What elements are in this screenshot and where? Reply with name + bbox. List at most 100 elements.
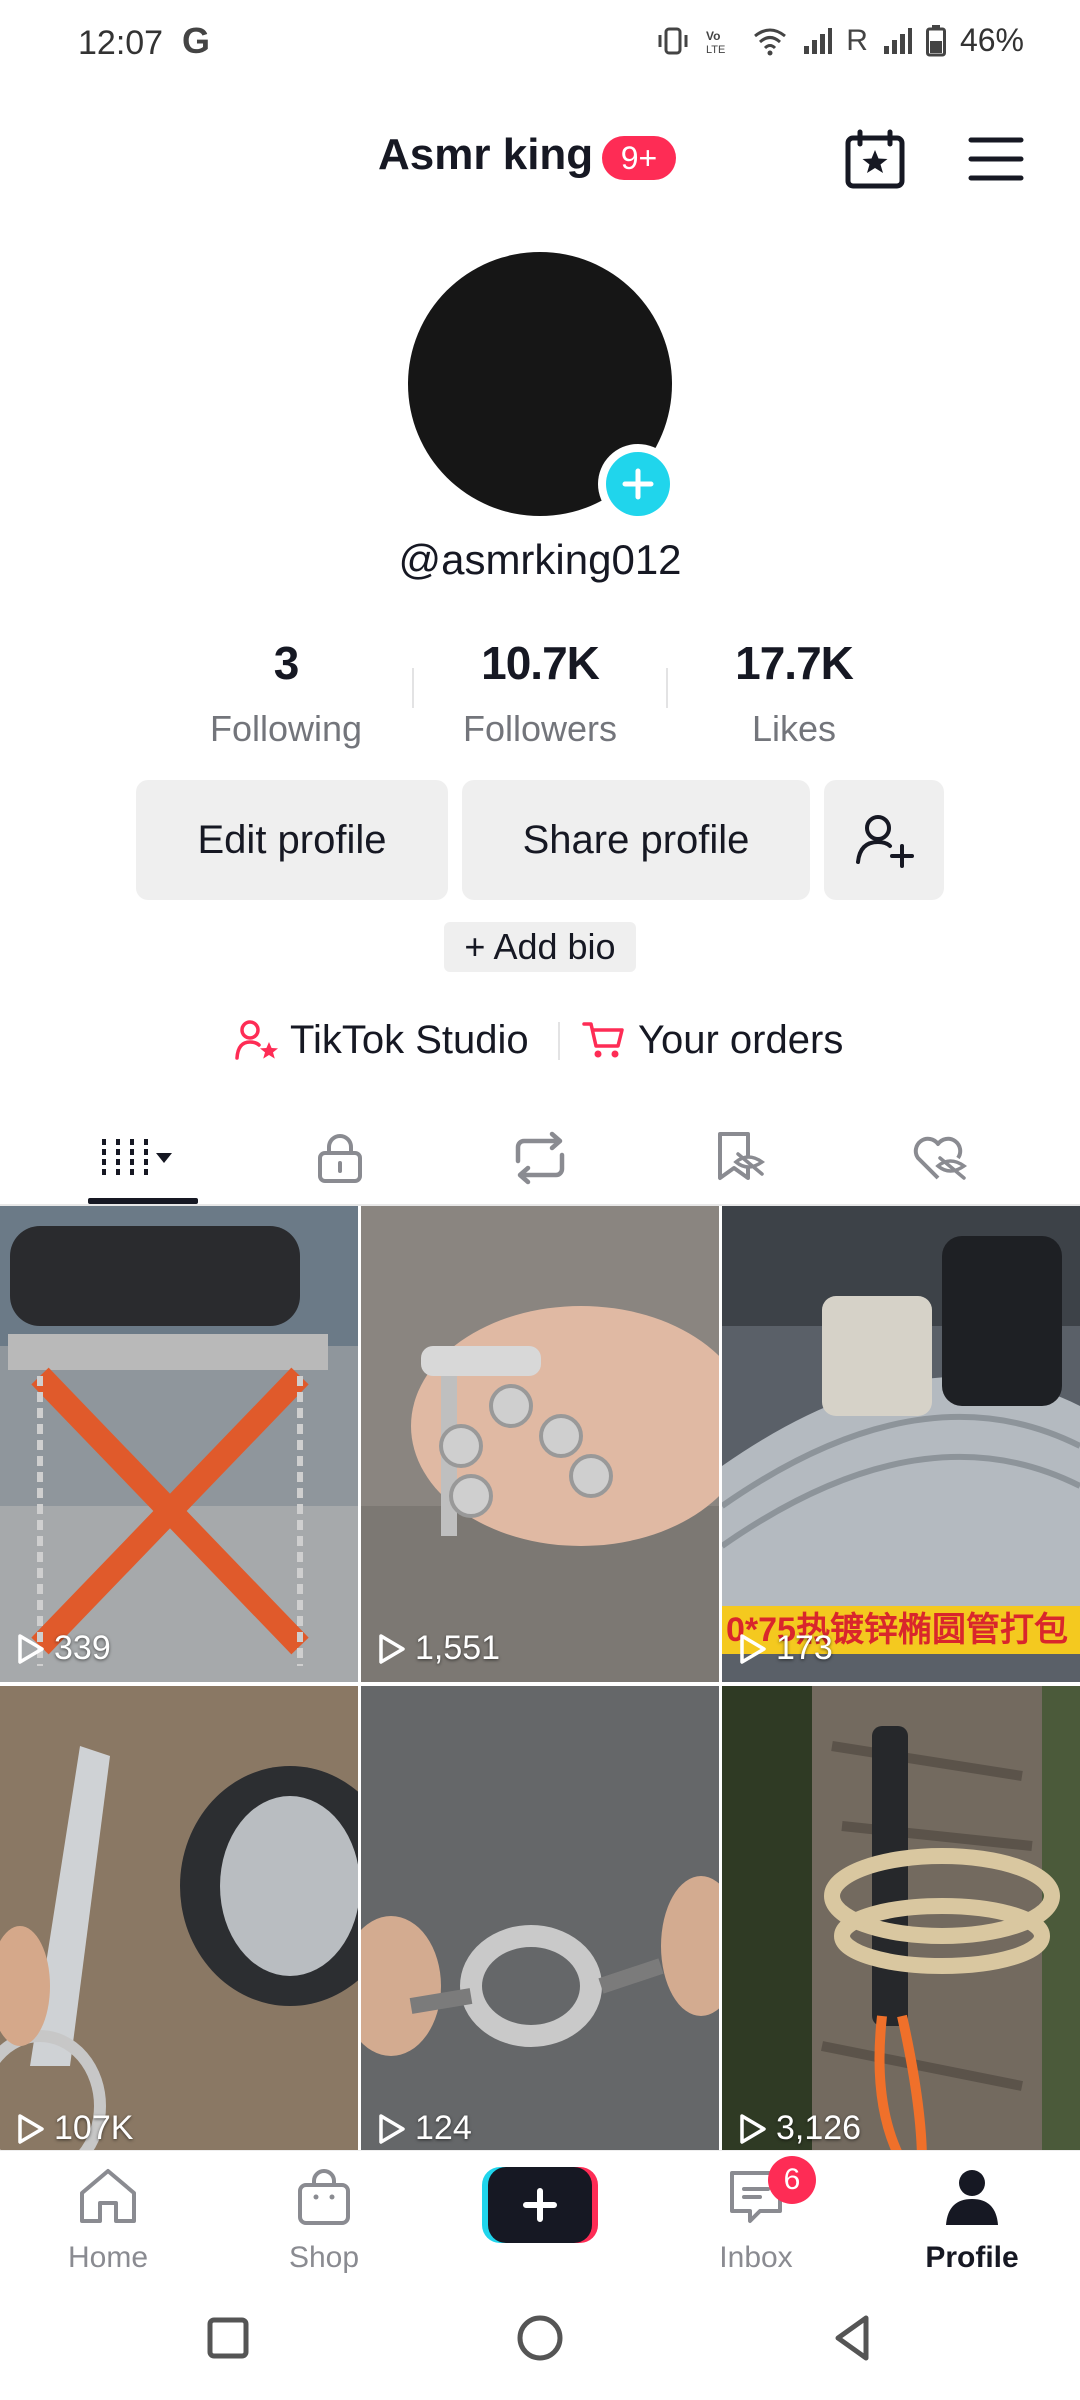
nav-home[interactable]: Home [18,2165,198,2275]
svg-text:Vo: Vo [706,29,720,43]
stat-likes[interactable]: 17.7K Likes [684,636,904,750]
video-tile[interactable]: 107K [0,1686,358,2162]
volte-icon: VoLTE [706,29,725,56]
profile-screen: 12:07 G Vo LTE R 46% Asmr king 9+ @asmrk… [0,0,1080,2400]
following-label: Following [209,708,363,749]
play-icon [740,1633,766,1664]
video-view-count: 1,551 [415,1629,501,1667]
video-tile[interactable]: 0*75热镀锌椭圆管打包 173 [722,1206,1080,1682]
profile-tabs [0,1110,1080,1206]
video-view-count: 3,126 [776,2109,862,2147]
home-circle-icon[interactable] [510,2308,570,2368]
repost-icon [515,1131,565,1185]
video-views: 339 [16,1629,111,1668]
lock-icon [318,1134,362,1183]
edit-profile-button[interactable]: Edit profile [136,780,448,900]
profile-handle: @asmrking012 [398,536,682,583]
tab-videos[interactable] [28,1110,244,1206]
status-bar: 12:07 G Vo LTE R 46% [0,0,1080,90]
video-thumbnail [722,1686,1080,2162]
video-thumbnail [361,1206,719,1682]
video-views: 3,126 [738,2109,861,2148]
stat-followers[interactable]: 10.7K Followers [430,636,650,750]
system-nav-bar [0,2280,1080,2400]
followers-count: 10.7K [481,637,600,689]
play-icon [379,1633,405,1664]
video-thumbnail [0,1206,358,1682]
video-tile[interactable]: 339 [0,1206,358,1682]
video-tile[interactable]: 1,551 [361,1206,719,1682]
play-icon [18,1633,44,1664]
play-icon [379,2113,405,2144]
status-time: 12:07 [78,24,164,62]
video-tile[interactable]: 124 [361,1686,719,2162]
add-bio-button[interactable]: + Add bio [444,922,636,972]
google-icon: G [182,20,211,61]
create-button[interactable] [482,2167,598,2243]
notification-badge[interactable]: 9+ [602,136,676,180]
calendar-star-icon[interactable] [844,128,906,190]
battery-icon [925,24,946,56]
profile-title[interactable]: Asmr king [378,130,593,180]
play-icon [740,2113,766,2144]
studio-user-star-icon [235,1020,278,1060]
svg-text:LTE: LTE [706,44,725,56]
add-avatar-button[interactable] [598,444,678,524]
add-friends-button[interactable] [824,780,944,900]
nav-shop[interactable]: Shop [234,2165,414,2275]
video-views: 173 [738,1629,833,1668]
menu-icon[interactable] [968,134,1024,184]
plus-icon [622,468,654,500]
bookmark-hidden-icon [718,1132,766,1180]
add-user-icon [856,815,914,868]
likes-label: Likes [751,708,837,749]
profile-person-icon [946,2170,998,2225]
video-view-count: 124 [415,2109,472,2147]
stat-divider [666,668,668,708]
likes-count: 17.7K [735,637,854,689]
active-tab-indicator [88,1198,198,1204]
nav-home-label: Home [67,2241,149,2274]
wifi-icon [754,28,787,55]
video-view-count: 173 [776,1629,833,1667]
tab-reposts[interactable] [432,1110,648,1206]
profile-header: Asmr king 9+ [0,120,1080,200]
tiktok-studio-label: TikTok Studio [290,1017,529,1062]
tab-liked[interactable] [832,1110,1048,1206]
battery-percent: 46% [959,22,1024,58]
video-tile[interactable]: 3,126 [722,1686,1080,2162]
recent-apps-icon[interactable] [198,2308,258,2368]
nav-profile[interactable]: Profile [882,2165,1062,2275]
nav-profile-label: Profile [925,2241,1019,2274]
nav-inbox[interactable]: Inbox [666,2165,846,2275]
video-view-count: 107K [54,2109,134,2147]
vibrate-icon [658,27,688,54]
video-views: 124 [377,2109,472,2148]
stat-divider [412,668,414,708]
tiktok-studio-link[interactable]: TikTok Studio [234,1010,529,1070]
followers-label: Followers [462,708,618,749]
video-views: 107K [16,2109,133,2148]
shop-bag-icon [298,2169,350,2225]
nav-inbox-label: Inbox [719,2241,793,2274]
your-orders-link[interactable]: Your orders [582,1010,843,1070]
tab-favorites[interactable] [632,1110,848,1206]
inbox-badge: 6 [768,2156,816,2204]
cart-icon [582,1022,624,1058]
link-divider [558,1022,560,1060]
roaming-indicator: R [846,23,868,57]
home-icon [80,2169,136,2223]
video-view-count: 339 [54,1629,111,1667]
liked-hidden-icon [913,1136,968,1180]
share-profile-button[interactable]: Share profile [462,780,810,900]
bottom-nav: Home Shop Inbox Profile [0,2150,1080,2280]
videos-grid-icon [102,1139,172,1177]
back-icon[interactable] [822,2308,882,2368]
your-orders-label: Your orders [638,1017,844,1062]
tab-private[interactable] [232,1110,448,1206]
video-views: 1,551 [377,1629,500,1668]
signal-icon-2 [883,27,912,54]
status-icons: Vo LTE R 46% [656,22,1024,59]
stat-following[interactable]: 3 Following [176,636,396,750]
play-icon [18,2113,44,2144]
